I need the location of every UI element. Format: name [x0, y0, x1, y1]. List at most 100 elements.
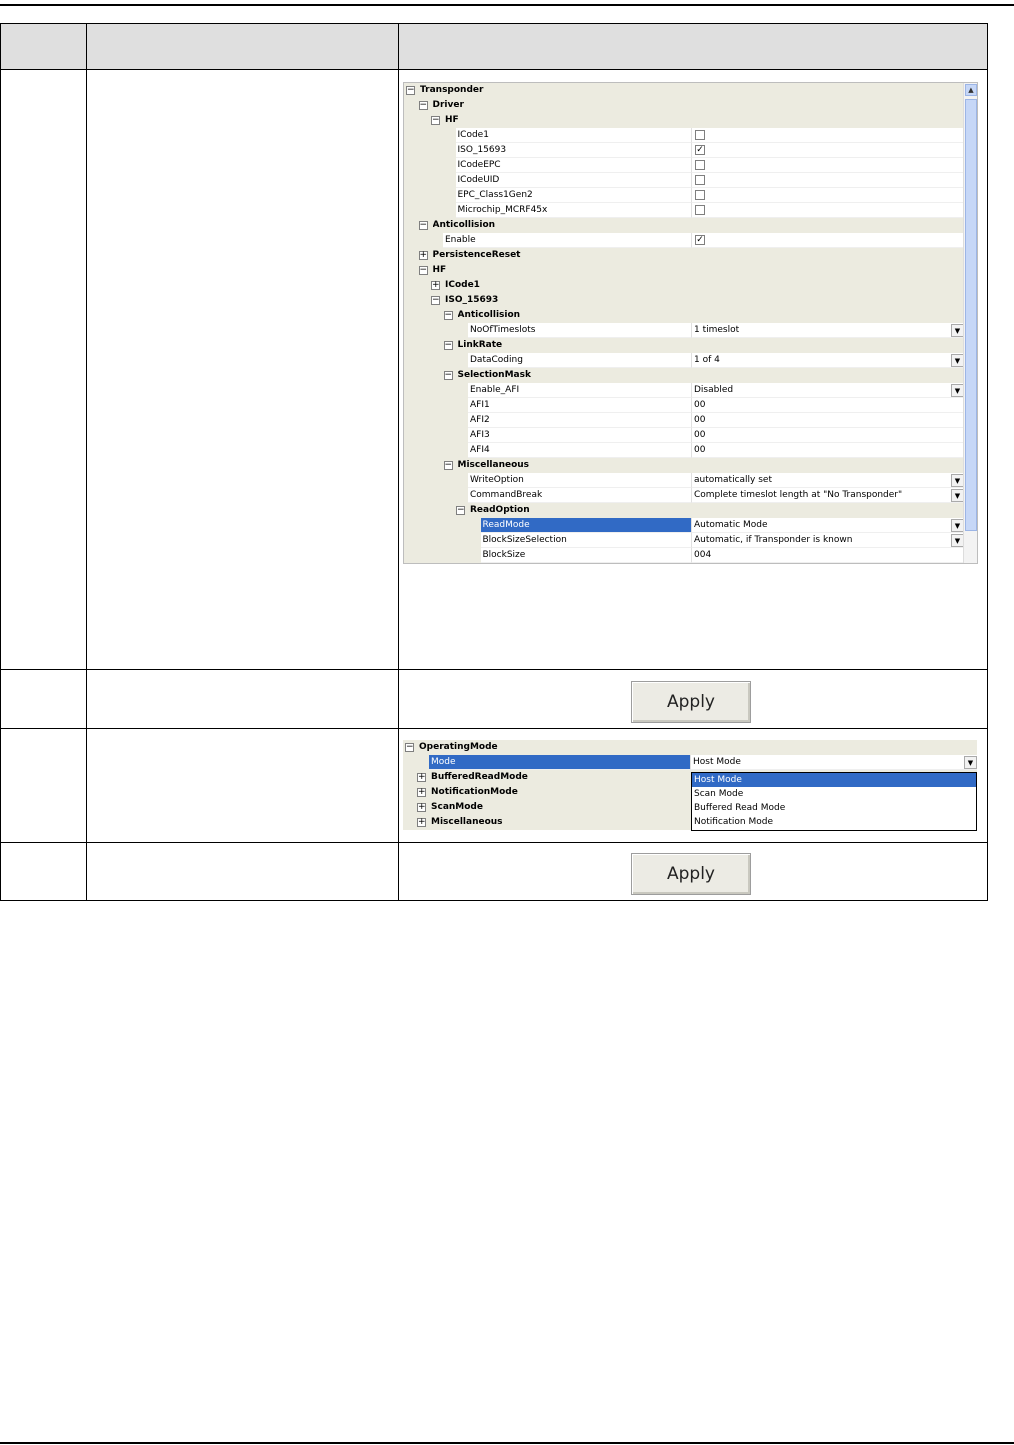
property-row[interactable]: ICode1	[404, 128, 964, 143]
property-label[interactable]: BlockSizeSelection	[480, 533, 692, 548]
property-row[interactable]: BlockSizeSelection Automatic, if Transpon…	[404, 533, 964, 548]
property-value[interactable]: 1 timeslot ▼	[692, 323, 964, 338]
apply-button[interactable]: Apply	[631, 853, 751, 895]
category-row[interactable]: + PersistenceReset	[404, 248, 964, 263]
transponder-property-grid[interactable]: − Transponder − Driver − HF ICode1 ISO_15693 ✓ IC…	[403, 82, 978, 564]
property-value[interactable]: 00	[692, 428, 964, 443]
property-label[interactable]: ICodeUID	[455, 173, 692, 188]
property-row[interactable]: Enable_AFI Disabled ▼	[404, 383, 964, 398]
property-label[interactable]: AFI3	[468, 428, 692, 443]
minus-box-icon[interactable]: −	[443, 311, 453, 320]
minus-box-icon[interactable]: −	[431, 116, 440, 125]
minus-box-icon[interactable]: −	[456, 506, 465, 515]
scroll-thumb[interactable]	[965, 99, 977, 531]
mode-dropdown-list[interactable]: Host Mode Scan Mode Buffered Read Mode Noti…	[691, 772, 977, 831]
scroll-up-icon[interactable]: ▲	[965, 84, 977, 96]
category-row[interactable]: − Anticollision	[404, 218, 964, 233]
chevron-down-icon[interactable]: ▼	[964, 756, 977, 769]
property-label[interactable]: WriteOption	[468, 473, 692, 488]
category-row[interactable]: − LinkRate	[404, 338, 964, 353]
property-value[interactable]: 00	[692, 398, 964, 413]
plus-box-icon[interactable]: +	[417, 773, 426, 782]
property-value[interactable]: ✓	[692, 233, 964, 248]
property-value[interactable]	[692, 158, 964, 173]
property-row[interactable]: BlockSize 004	[404, 548, 964, 563]
property-row[interactable]: AFI2 00	[404, 413, 964, 428]
category-row[interactable]: − SelectionMask	[404, 368, 964, 383]
property-label[interactable]: ISO_15693	[455, 143, 692, 158]
vertical-scrollbar[interactable]: ▲	[963, 83, 977, 563]
property-row[interactable]: NoOfTimeslots 1 timeslot ▼	[404, 323, 964, 338]
category-row[interactable]: − Driver	[404, 98, 964, 113]
property-row[interactable]: AFI4 00	[404, 443, 964, 458]
plus-box-icon[interactable]: +	[431, 281, 440, 290]
property-value[interactable]: Complete timeslot length at "No Transpon…	[692, 488, 964, 503]
property-label[interactable]: Enable_AFI	[468, 383, 692, 398]
property-row[interactable]: Enable ✓	[404, 233, 964, 248]
property-label[interactable]: Microchip_MCRF45x	[455, 203, 692, 218]
minus-box-icon[interactable]: −	[406, 86, 415, 95]
category-row[interactable]: − ReadOption	[404, 503, 964, 518]
minus-box-icon[interactable]: −	[418, 221, 428, 230]
category-row[interactable]: + ICode1	[404, 278, 964, 293]
minus-box-icon[interactable]: −	[443, 341, 453, 350]
mode-option[interactable]: Scan Mode	[692, 787, 976, 801]
property-value[interactable]: 004	[692, 548, 964, 563]
minus-box-icon[interactable]: −	[431, 296, 440, 305]
category-row[interactable]: − HF	[404, 263, 964, 278]
mode-option[interactable]: Notification Mode	[692, 815, 976, 829]
property-value[interactable]	[692, 128, 964, 143]
category-row[interactable]: − Anticollision	[404, 308, 964, 323]
property-label[interactable]: Mode	[429, 755, 691, 770]
property-label[interactable]: AFI2	[468, 413, 692, 428]
property-row[interactable]: EPC_Class1Gen2	[404, 188, 964, 203]
category-row[interactable]: − Transponder	[404, 83, 964, 98]
mode-option[interactable]: Buffered Read Mode	[692, 801, 976, 815]
checkbox[interactable]	[695, 160, 705, 170]
category-row[interactable]: − ISO_15693	[404, 293, 964, 308]
mode-option[interactable]: Host Mode	[692, 773, 976, 787]
property-value[interactable]	[692, 173, 964, 188]
category-row[interactable]: − Miscellaneous	[404, 458, 964, 473]
property-value[interactable]: Automatic, if Transponder is known ▼	[692, 533, 964, 548]
property-row[interactable]: DataCoding 1 of 4 ▼	[404, 353, 964, 368]
property-label[interactable]: BlockSize	[480, 548, 692, 563]
minus-box-icon[interactable]: −	[418, 101, 428, 110]
plus-box-icon[interactable]: +	[417, 803, 426, 812]
property-value[interactable]	[692, 188, 964, 203]
plus-box-icon[interactable]: +	[417, 818, 426, 827]
property-row[interactable]: Microchip_MCRF45x	[404, 203, 964, 218]
property-label[interactable]: Enable	[443, 233, 692, 248]
property-row[interactable]: WriteOption automatically set ▼	[404, 473, 964, 488]
checkbox[interactable]	[695, 190, 705, 200]
property-value[interactable]: Host Mode ▼	[691, 755, 977, 770]
checkbox[interactable]: ✓	[695, 145, 705, 155]
property-value[interactable]	[692, 203, 964, 218]
property-row[interactable]: ICodeEPC	[404, 158, 964, 173]
plus-box-icon[interactable]: +	[418, 251, 428, 260]
property-value[interactable]: Disabled ▼	[692, 383, 964, 398]
property-label[interactable]: ReadMode	[480, 518, 692, 533]
category-row[interactable]: − OperatingMode	[403, 740, 977, 755]
property-row[interactable]: ICodeUID	[404, 173, 964, 188]
property-label[interactable]: ICode1	[455, 128, 692, 143]
minus-box-icon[interactable]: −	[443, 371, 453, 380]
minus-box-icon[interactable]: −	[418, 266, 428, 275]
plus-box-icon[interactable]: +	[417, 788, 426, 797]
property-value[interactable]: Automatic Mode ▼	[692, 518, 964, 533]
minus-box-icon[interactable]: −	[443, 461, 453, 470]
property-row[interactable]: ISO_15693 ✓	[404, 143, 964, 158]
property-label[interactable]: ICodeEPC	[455, 158, 692, 173]
checkbox[interactable]	[695, 130, 705, 140]
property-value[interactable]: ✓	[692, 143, 964, 158]
minus-box-icon[interactable]: −	[405, 743, 414, 752]
property-label[interactable]: CommandBreak	[468, 488, 692, 503]
property-label[interactable]: AFI1	[468, 398, 692, 413]
checkbox[interactable]	[695, 205, 705, 215]
property-label[interactable]: AFI4	[468, 443, 692, 458]
property-value[interactable]: 00	[692, 413, 964, 428]
category-row[interactable]: − HF	[404, 113, 964, 128]
property-row[interactable]: CommandBreak Complete timeslot length at …	[404, 488, 964, 503]
property-value[interactable]: 00	[692, 443, 964, 458]
property-label[interactable]: DataCoding	[468, 353, 692, 368]
